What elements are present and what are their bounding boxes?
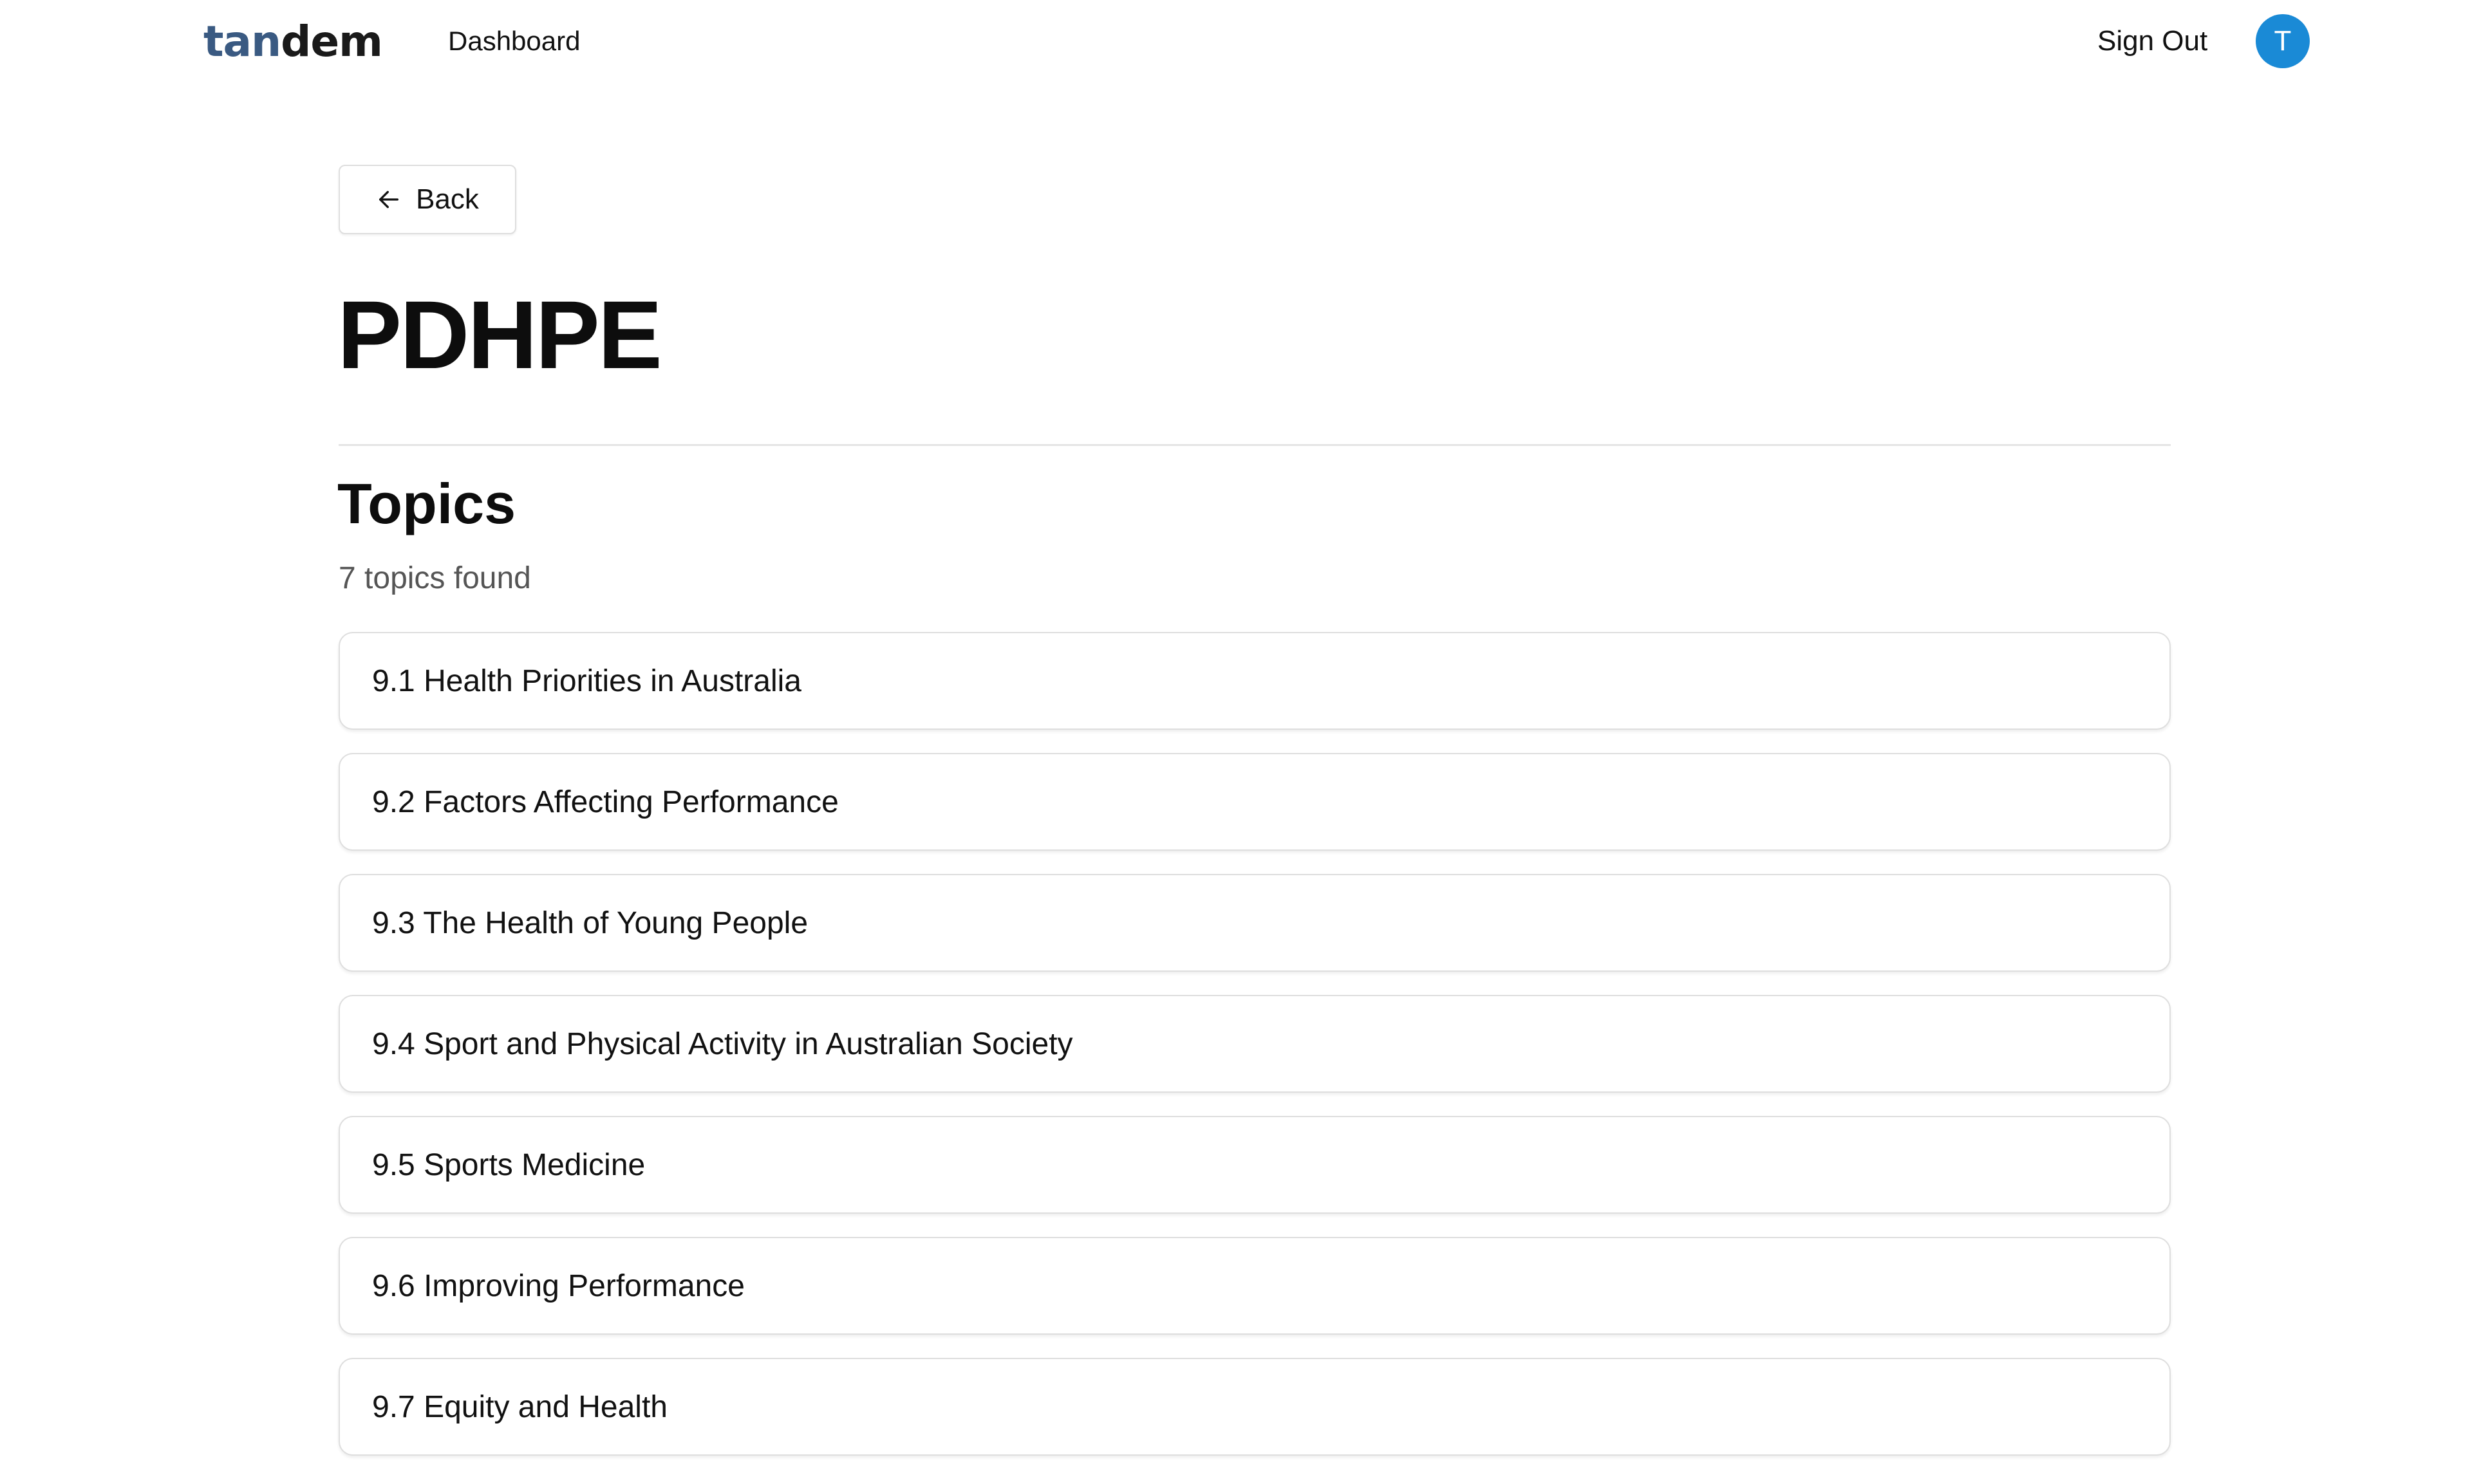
- page: tan dem Dashboard Sign Out T Back PDHPE T…: [0, 0, 2472, 1484]
- topic-item[interactable]: 9.1 Health Priorities in Australia: [339, 632, 2171, 730]
- topics-heading: Topics: [337, 472, 516, 535]
- logo-text-part-b: dem: [281, 16, 383, 66]
- topic-item[interactable]: 9.4 Sport and Physical Activity in Austr…: [339, 995, 2171, 1093]
- user-avatar[interactable]: T: [2256, 14, 2310, 68]
- nav-link-dashboard[interactable]: Dashboard: [448, 22, 580, 60]
- back-button[interactable]: Back: [339, 165, 516, 234]
- arrow-left-icon: [376, 187, 402, 212]
- topic-item[interactable]: 9.5 Sports Medicine: [339, 1116, 2171, 1214]
- sign-out-button[interactable]: Sign Out: [2097, 22, 2207, 60]
- top-nav-bar: tan dem Dashboard Sign Out T: [0, 0, 2472, 82]
- logo-text-part-a: tan: [203, 16, 281, 66]
- topic-item[interactable]: 9.2 Factors Affecting Performance: [339, 753, 2171, 851]
- page-title: PDHPE: [337, 280, 662, 389]
- topic-item[interactable]: 9.7 Equity and Health: [339, 1358, 2171, 1456]
- topic-item[interactable]: 9.3 The Health of Young People: [339, 874, 2171, 972]
- topics-count: 7 topics found: [339, 561, 531, 595]
- tandem-logo[interactable]: tan dem: [203, 13, 383, 70]
- back-button-label: Back: [416, 183, 479, 215]
- topic-item[interactable]: 9.6 Improving Performance: [339, 1237, 2171, 1335]
- topic-list: 9.1 Health Priorities in Australia 9.2 F…: [339, 632, 2171, 1479]
- section-divider: [339, 444, 2171, 446]
